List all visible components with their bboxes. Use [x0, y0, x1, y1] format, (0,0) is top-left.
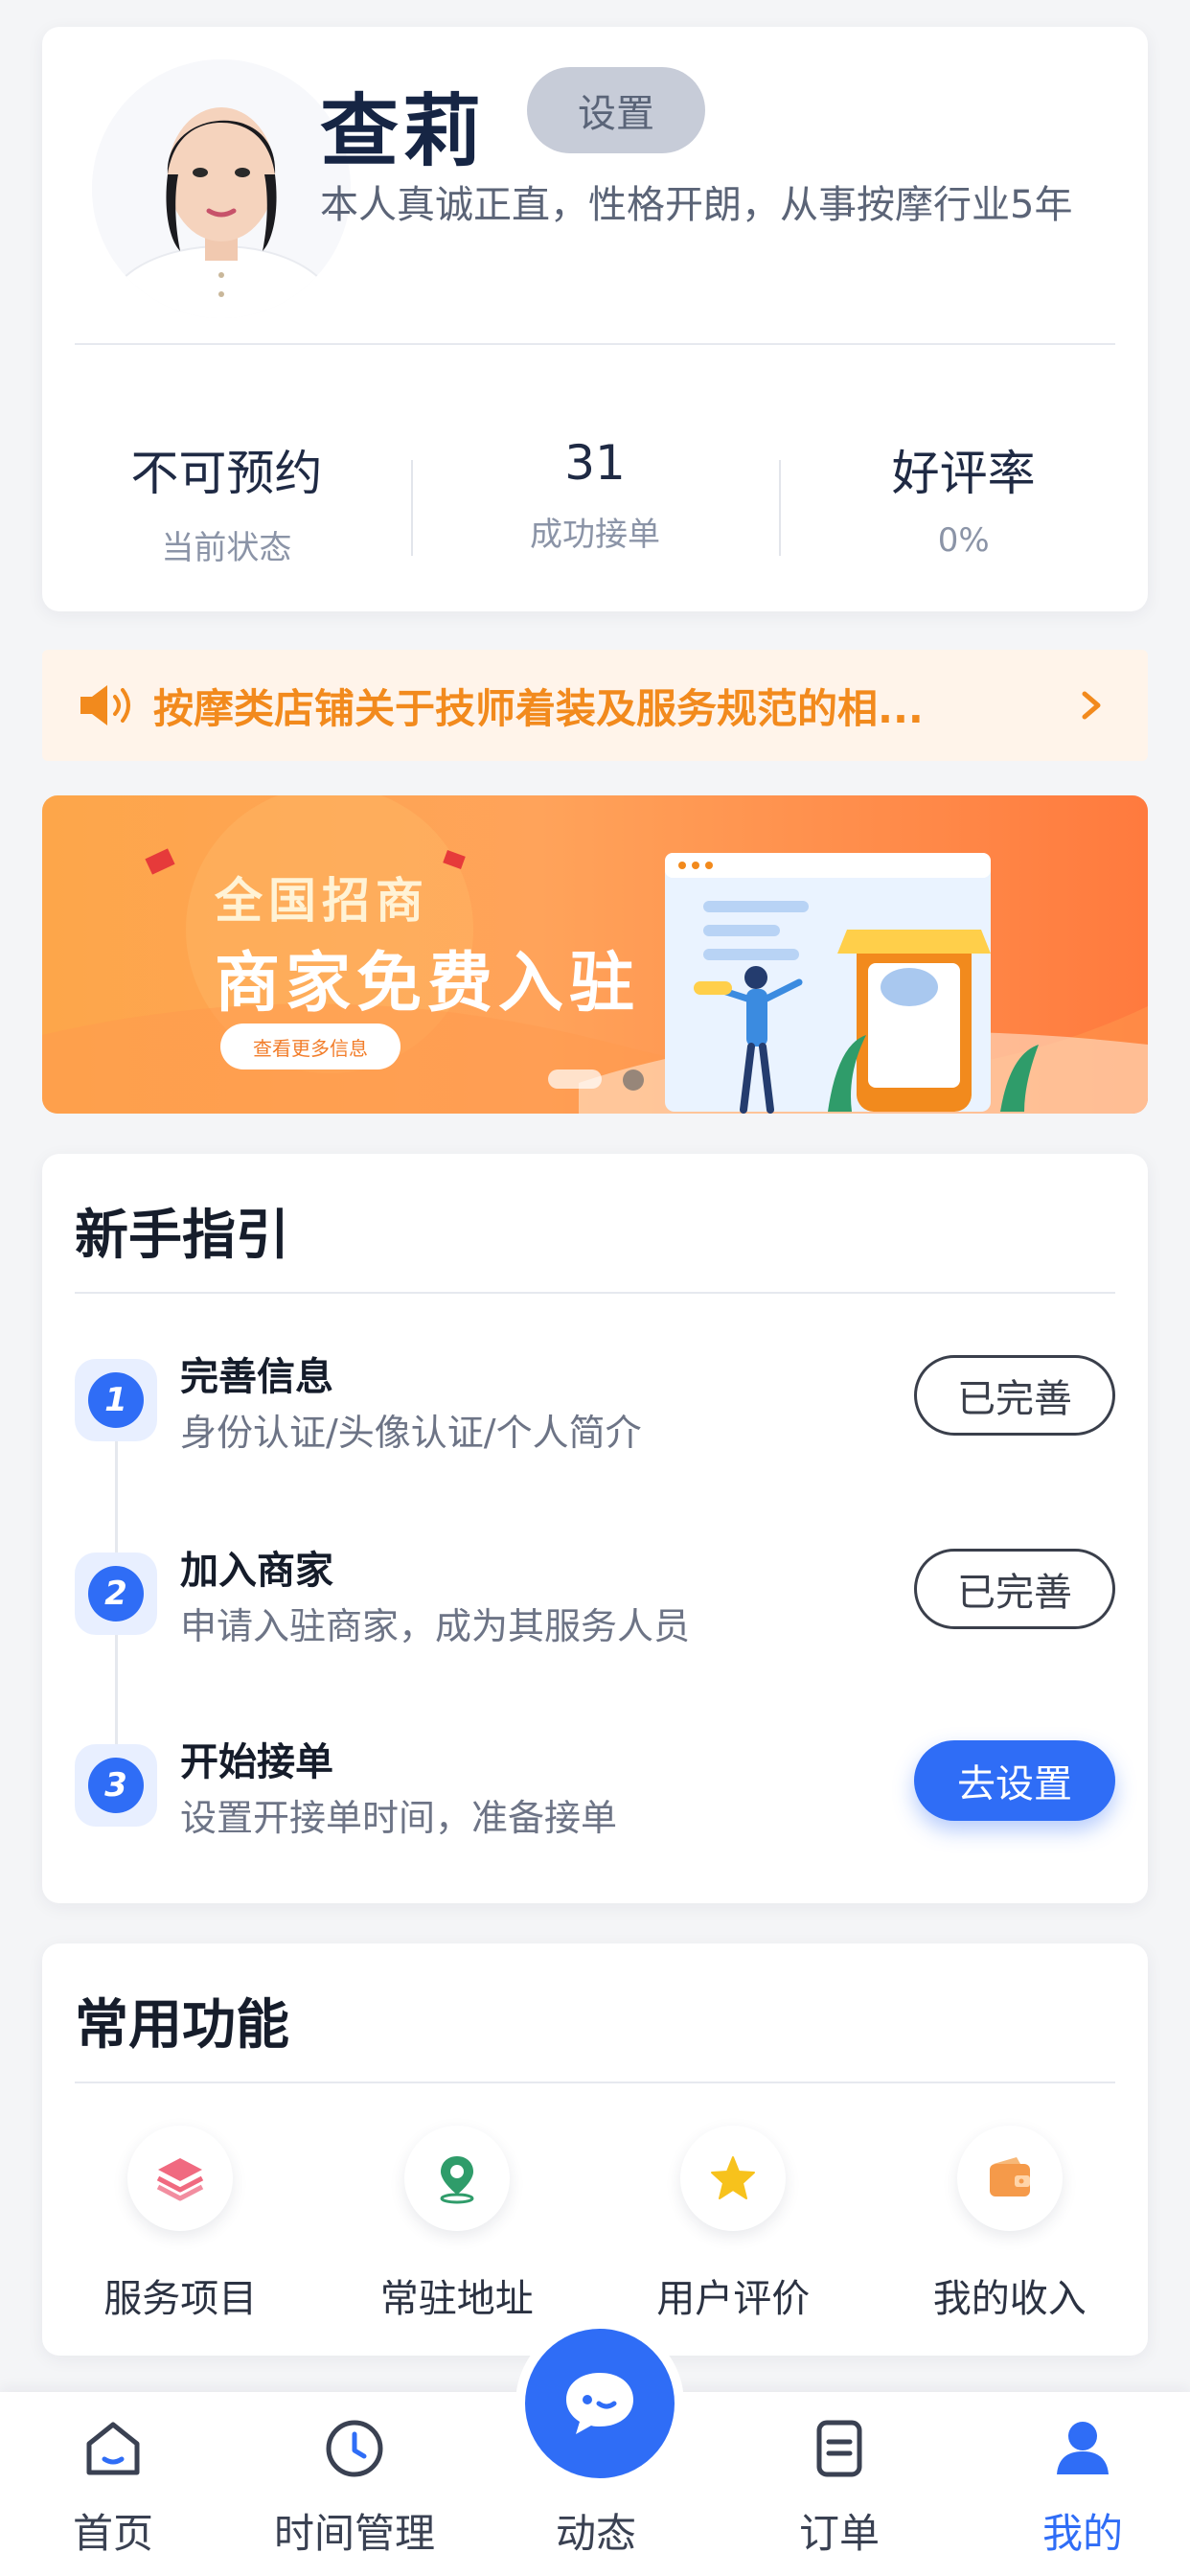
layers-icon — [127, 2126, 234, 2231]
speaker-icon — [80, 685, 130, 725]
function-label: 用户评价 — [656, 2277, 811, 2321]
guide-card: 新手指引 1 完善信息 身份认证/头像认证/个人简介 已完善 2 加入商家 申请… — [42, 1154, 1148, 1903]
stat-label: 0% — [937, 521, 990, 560]
function-reviews[interactable]: 用户评价 — [595, 2126, 872, 2356]
stat-value: 好评率 — [891, 446, 1036, 501]
settings-button[interactable]: 设置 — [527, 67, 705, 153]
carousel-dot-active[interactable] — [548, 1070, 602, 1089]
user-name: 查莉 — [320, 86, 486, 177]
chat-bubble-icon — [566, 2373, 633, 2434]
guide-step: 2 加入商家 申请入驻商家，成为其服务人员 已完善 — [42, 1520, 1148, 1683]
function-address[interactable]: 常驻地址 — [319, 2126, 596, 2356]
home-icon — [86, 2422, 140, 2475]
stat-label: 当前状态 — [161, 529, 292, 567]
tab-time-management[interactable]: 时间管理 — [259, 2392, 450, 2576]
guide-step: 1 完善信息 身份认证/头像认证/个人简介 已完善 — [42, 1326, 1148, 1489]
step-description: 申请入驻商家，成为其服务人员 — [180, 1605, 691, 1647]
step-number: 2 — [88, 1566, 144, 1622]
promo-banner[interactable]: 全国招商 商家免费入驻 查看更多信息 — [42, 795, 1148, 1114]
step-status-button[interactable]: 已完善 — [914, 1549, 1115, 1629]
user-icon — [1057, 2422, 1109, 2474]
profile-divider — [75, 343, 1115, 345]
function-label: 服务项目 — [103, 2277, 258, 2321]
clock-icon — [326, 2420, 383, 2477]
step-number: 3 — [88, 1758, 144, 1813]
go-setup-button[interactable]: 去设置 — [914, 1740, 1115, 1821]
function-label: 常驻地址 — [379, 2277, 534, 2321]
profile-stats: 不可预约 当前状态 31 成功接单 好评率 0% — [42, 406, 1148, 579]
stat-orders: 31 成功接单 — [410, 406, 780, 579]
tab-label: 动态 — [555, 2510, 636, 2557]
moments-center-button[interactable] — [525, 2329, 675, 2478]
step-number: 1 — [88, 1372, 144, 1428]
tab-label: 首页 — [72, 2510, 153, 2557]
tab-mine[interactable]: 我的 — [987, 2392, 1179, 2576]
stat-rating: 好评率 0% — [779, 406, 1148, 579]
step-title: 完善信息 — [180, 1355, 333, 1399]
avatar[interactable] — [92, 59, 351, 318]
banner-more-button[interactable]: 查看更多信息 — [220, 1024, 400, 1070]
step-title: 加入商家 — [180, 1549, 333, 1593]
notice-bar[interactable]: 按摩类店铺关于技师着装及服务规范的相... — [42, 650, 1148, 761]
notice-text: 按摩类店铺关于技师着装及服务规范的相... — [153, 684, 924, 732]
stat-label: 成功接单 — [530, 516, 660, 554]
step-description: 身份认证/头像认证/个人简介 — [180, 1412, 642, 1454]
functions-divider — [75, 2082, 1115, 2083]
tab-label: 订单 — [798, 2510, 880, 2557]
star-icon — [680, 2126, 787, 2231]
step-description: 设置开接单时间，准备接单 — [180, 1797, 618, 1839]
functions-card: 常用功能 服务项目 常驻地址 用户评价 我的收入 — [42, 1944, 1148, 2356]
guide-step: 3 开始接单 设置开接单时间，准备接单 去设置 — [42, 1712, 1148, 1874]
function-label: 我的收入 — [932, 2277, 1087, 2321]
guide-divider — [75, 1292, 1115, 1294]
step-number-badge: 3 — [75, 1744, 157, 1827]
stat-separator — [779, 460, 782, 556]
function-service-items[interactable]: 服务项目 — [42, 2126, 319, 2356]
stat-value: 31 — [564, 435, 626, 491]
step-status-button[interactable]: 已完善 — [914, 1355, 1115, 1436]
wallet-icon — [956, 2126, 1063, 2231]
carousel-dot[interactable] — [623, 1070, 644, 1091]
order-list-icon — [816, 2420, 862, 2477]
tab-label: 我的 — [1041, 2510, 1123, 2557]
section-title: 新手指引 — [75, 1205, 289, 1267]
user-bio: 本人真诚正直，性格开朗，从事按摩行业5年 — [320, 183, 1073, 227]
tab-label: 时间管理 — [273, 2510, 435, 2557]
stat-status: 不可预约 当前状态 — [42, 406, 411, 579]
step-title: 开始接单 — [180, 1740, 333, 1784]
functions-grid: 服务项目 常驻地址 用户评价 我的收入 — [42, 2126, 1148, 2356]
stat-value: 不可预约 — [130, 446, 323, 501]
function-income[interactable]: 我的收入 — [872, 2126, 1149, 2356]
stat-separator — [410, 460, 413, 556]
location-pin-icon — [403, 2126, 510, 2231]
banner-title: 全国招商 — [215, 873, 429, 929]
step-number-badge: 2 — [75, 1552, 157, 1635]
tab-home[interactable]: 首页 — [17, 2392, 209, 2576]
banner-headline: 商家免费入驻 — [215, 946, 641, 1022]
tab-orders[interactable]: 订单 — [744, 2392, 935, 2576]
chevron-right-icon — [1082, 691, 1101, 720]
section-title: 常用功能 — [75, 1994, 289, 2057]
step-number-badge: 1 — [75, 1359, 157, 1441]
profile-card: 查莉 设置 本人真诚正直，性格开朗，从事按摩行业5年 不可预约 当前状态 31 … — [42, 27, 1148, 611]
